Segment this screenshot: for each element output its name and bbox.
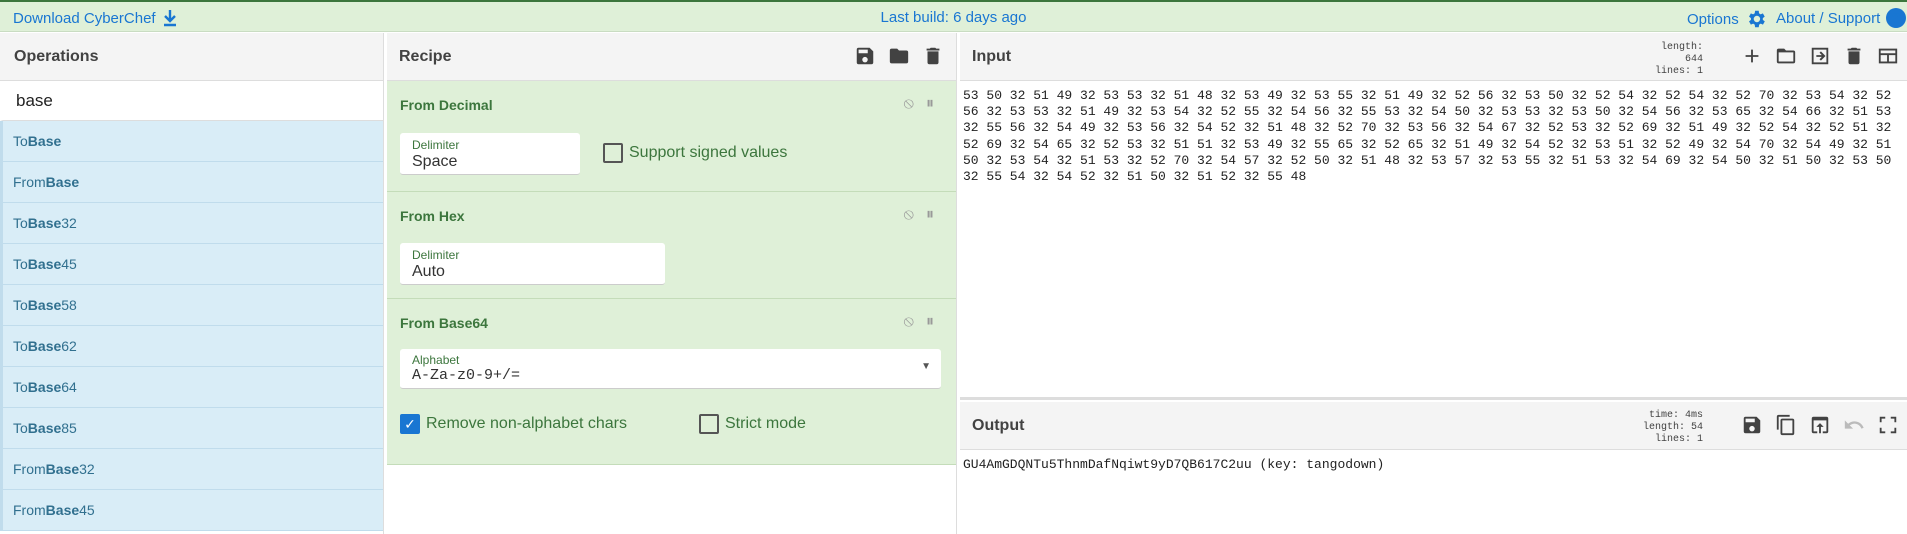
recipe-title: Recipe [399, 47, 452, 65]
operation-item[interactable]: From Base [0, 162, 383, 203]
operation-item[interactable]: To Base 64 [0, 367, 383, 408]
remove-nonalpha-checkbox[interactable]: ✓ Remove non-alphabet chars [400, 414, 627, 434]
output-title: Output [972, 416, 1025, 434]
pause-icon[interactable]: ⏸ [926, 95, 934, 113]
clear-input-icon[interactable] [1843, 45, 1865, 67]
recipe-pane: Recipe From Decimal ⦸ ⏸ Delimiter Space S… [387, 33, 957, 534]
strict-label: Strict mode [725, 415, 806, 432]
help-icon: ? [1886, 8, 1907, 28]
remove-label: Remove non-alphabet chars [426, 415, 628, 432]
operation-item[interactable]: To Base 58 [0, 285, 383, 326]
delimiter-field[interactable]: Delimiter Space [400, 133, 580, 175]
build-info: Last build: 6 days ago [880, 9, 1027, 26]
op-name: From Hex [400, 208, 465, 224]
pause-icon[interactable]: ⏸ [926, 206, 934, 224]
recipe-header: Recipe [387, 33, 956, 81]
operations-header: Operations [0, 33, 383, 81]
trash-icon[interactable] [922, 45, 944, 67]
disable-icon[interactable]: ⦸ [904, 313, 914, 331]
replace-input-icon[interactable] [1809, 414, 1831, 436]
signed-label: Support signed values [629, 144, 788, 161]
input-lines: 1 [1696, 66, 1703, 77]
output-time: 4ms [1684, 410, 1703, 421]
operation-item[interactable]: From Base 45 [0, 490, 383, 531]
delimiter-label: Delimiter [412, 138, 460, 152]
delimiter-value: Space [412, 153, 458, 170]
options-link[interactable]: Options [1687, 8, 1767, 30]
folder-icon[interactable] [888, 45, 910, 67]
operation-item[interactable]: To Base 32 [0, 203, 383, 244]
layout-icon[interactable] [1877, 45, 1899, 67]
input-length: 644 [1684, 54, 1703, 65]
op-from-base64[interactable]: From Base64 ⦸ ⏸ Alphabet A-Za-z0-9+/= ▼ ✓… [387, 299, 956, 465]
op-from-hex[interactable]: From Hex ⦸ ⏸ Delimiter Auto [387, 192, 956, 299]
input-pane: Input length: 644 lines: 1 53 50 32 51 4… [960, 33, 1907, 400]
checkbox-icon [699, 414, 719, 434]
maximize-icon[interactable] [1877, 414, 1899, 436]
input-file-icon[interactable] [1809, 45, 1831, 67]
checkbox-icon [603, 143, 623, 163]
operations-pane: Operations To BaseFrom BaseTo Base32To B… [0, 33, 384, 534]
top-banner: Download CyberChef Last build: 6 days ag… [0, 0, 1907, 32]
input-text[interactable]: 53 50 32 51 49 32 53 53 32 51 48 32 53 4… [960, 81, 1907, 192]
op-name: From Base64 [400, 315, 488, 331]
about-label: About / Support [1776, 9, 1881, 27]
signed-checkbox[interactable]: Support signed values [603, 143, 787, 163]
alphabet-value: A-Za-z0-9+/= [412, 367, 521, 384]
output-stats: time: 4ms length: 54 lines: 1 [1642, 410, 1703, 445]
strict-mode-checkbox[interactable]: Strict mode [699, 414, 806, 434]
search-input[interactable] [16, 90, 376, 111]
delimiter-field[interactable]: Delimiter Auto [400, 243, 665, 285]
search-box [0, 81, 383, 121]
checkbox-checked-icon: ✓ [400, 414, 420, 434]
operations-title: Operations [14, 47, 99, 65]
operation-item[interactable]: To Base 85 [0, 408, 383, 449]
options-label: Options [1687, 10, 1739, 28]
output-pane: Output time: 4ms length: 54 lines: 1 GU4… [960, 402, 1907, 534]
alphabet-label: Alphabet [412, 353, 460, 367]
output-lines: 1 [1696, 434, 1703, 445]
copy-icon[interactable] [1775, 414, 1797, 436]
disable-icon[interactable]: ⦸ [904, 95, 914, 113]
op-from-decimal[interactable]: From Decimal ⦸ ⏸ Delimiter Space Support … [387, 81, 956, 192]
input-stats: length: 644 lines: 1 [1654, 42, 1703, 77]
output-length: 54 [1690, 422, 1703, 433]
operation-item[interactable]: To Base 62 [0, 326, 383, 367]
operation-item[interactable]: To Base [0, 121, 383, 162]
about-link[interactable]: About / Support ? [1776, 8, 1907, 28]
disable-icon[interactable]: ⦸ [904, 206, 914, 224]
delimiter-value: Auto [412, 263, 445, 280]
open-folder-icon[interactable] [1775, 45, 1797, 67]
operation-list: To Base From Base To Base 32 To Base 45 To Bas… [0, 121, 383, 531]
input-header: Input length: 644 lines: 1 [960, 33, 1907, 81]
operation-item[interactable]: To Base 45 [0, 244, 383, 285]
op-name: From Decimal [400, 97, 493, 113]
add-icon[interactable] [1741, 45, 1763, 67]
save-output-icon[interactable] [1741, 414, 1763, 436]
operation-item[interactable]: From Base 32 [0, 449, 383, 490]
pause-icon[interactable]: ⏸ [926, 313, 934, 331]
gear-icon [1748, 10, 1765, 28]
dropdown-icon: ▼ [921, 361, 931, 372]
save-icon[interactable] [854, 45, 876, 67]
undo-icon[interactable] [1843, 414, 1865, 436]
alphabet-select[interactable]: Alphabet A-Za-z0-9+/= ▼ [400, 349, 941, 389]
output-header: Output time: 4ms length: 54 lines: 1 [960, 402, 1907, 450]
output-text[interactable]: GU4AmGDQNTu5ThnmDafNqiwt9yD7QB617C2uu (k… [960, 450, 1907, 480]
delimiter-label: Delimiter [412, 248, 460, 262]
input-title: Input [972, 47, 1012, 65]
